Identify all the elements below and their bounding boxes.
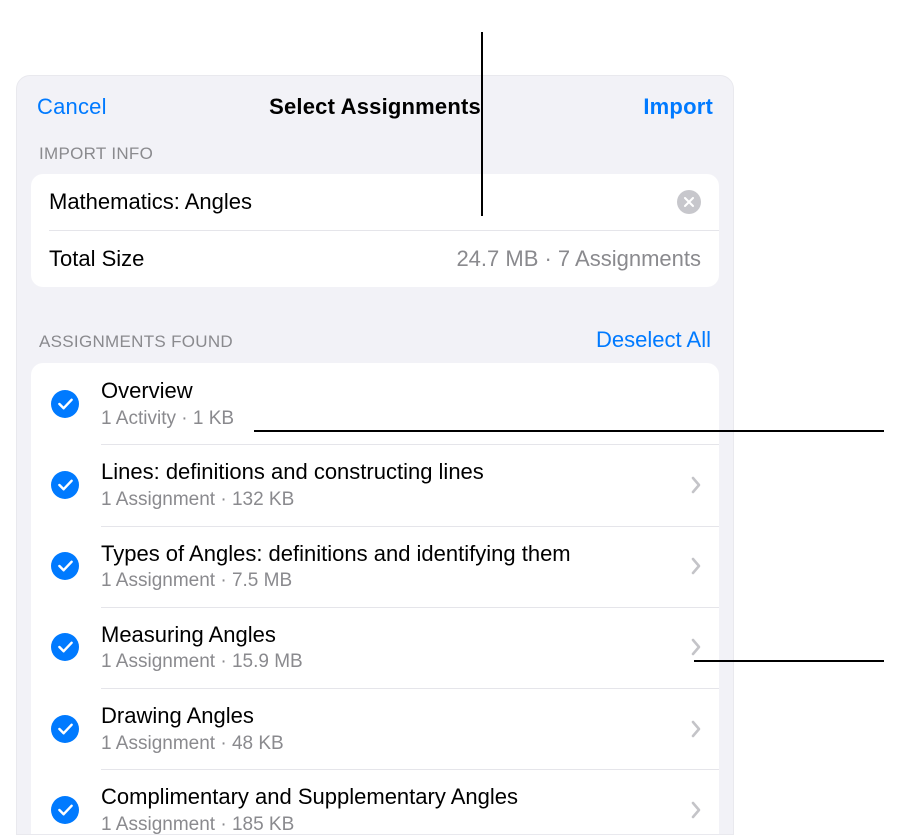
chevron-right-icon (691, 801, 701, 819)
assignment-subtitle: 1 Assignment · 15.9 MB (101, 650, 683, 674)
assignment-text: Measuring Angles1 Assignment · 15.9 MB (101, 621, 683, 674)
selection-checkbox[interactable] (51, 390, 79, 418)
assignment-subtitle: 1 Assignment · 7.5 MB (101, 569, 683, 593)
assignment-subtitle: 1 Assignment · 48 KB (101, 732, 683, 756)
assignment-text: Drawing Angles1 Assignment · 48 KB (101, 702, 683, 755)
disclosure-chevron[interactable] (683, 476, 705, 494)
selection-checkbox[interactable] (51, 796, 79, 824)
assignment-title: Complimentary and Supplementary Angles (101, 783, 683, 811)
callout-line (694, 660, 884, 662)
deselect-all-button[interactable]: Deselect All (596, 327, 711, 353)
cancel-button[interactable]: Cancel (37, 94, 107, 120)
checkmark-icon (58, 641, 73, 653)
assignment-row[interactable]: Complimentary and Supplementary Angles1 … (31, 769, 719, 835)
total-size-label: Total Size (49, 246, 456, 272)
assignments-header: ASSIGNMENTS FOUND Deselect All (17, 287, 733, 363)
import-name-row[interactable]: Mathematics: Angles (31, 174, 719, 230)
disclosure-chevron[interactable] (683, 801, 705, 819)
assignment-text: Types of Angles: definitions and identif… (101, 540, 683, 593)
assignment-title: Overview (101, 377, 705, 405)
assignment-subtitle: 1 Activity · 1 KB (101, 407, 705, 431)
panel-header: Cancel Select Assignments Import (17, 76, 733, 136)
assignment-title: Lines: definitions and constructing line… (101, 458, 683, 486)
assignment-row[interactable]: Types of Angles: definitions and identif… (31, 526, 719, 607)
checkmark-icon (58, 479, 73, 491)
callout-line (481, 32, 483, 216)
assignment-text: Overview1 Activity · 1 KB (101, 377, 705, 430)
checkmark-icon (58, 723, 73, 735)
total-size-row: Total Size 24.7 MB · 7 Assignments (31, 231, 719, 287)
select-assignments-panel: Cancel Select Assignments Import IMPORT … (16, 75, 734, 835)
disclosure-chevron[interactable] (683, 557, 705, 575)
checkmark-icon (58, 398, 73, 410)
chevron-right-icon (691, 638, 701, 656)
assignment-row[interactable]: Measuring Angles1 Assignment · 15.9 MB (31, 607, 719, 688)
selection-checkbox[interactable] (51, 471, 79, 499)
total-size-value: 24.7 MB · 7 Assignments (456, 246, 701, 272)
disclosure-chevron[interactable] (683, 720, 705, 738)
import-name-field[interactable]: Mathematics: Angles (49, 189, 677, 215)
chevron-right-icon (691, 476, 701, 494)
assignment-row[interactable]: Drawing Angles1 Assignment · 48 KB (31, 688, 719, 769)
selection-checkbox[interactable] (51, 715, 79, 743)
import-info-label: IMPORT INFO (17, 136, 733, 174)
panel-title: Select Assignments (269, 94, 481, 120)
assignment-row[interactable]: Lines: definitions and constructing line… (31, 444, 719, 525)
chevron-right-icon (691, 720, 701, 738)
selection-checkbox[interactable] (51, 633, 79, 661)
checkmark-icon (58, 560, 73, 572)
assignments-card: Overview1 Activity · 1 KB Lines: definiti… (31, 363, 719, 835)
import-button[interactable]: Import (643, 94, 713, 120)
assignment-text: Complimentary and Supplementary Angles1 … (101, 783, 683, 835)
chevron-right-icon (691, 557, 701, 575)
assignment-row[interactable]: Overview1 Activity · 1 KB (31, 363, 719, 444)
assignment-subtitle: 1 Assignment · 185 KB (101, 813, 683, 835)
disclosure-chevron[interactable] (683, 638, 705, 656)
assignment-subtitle: 1 Assignment · 132 KB (101, 488, 683, 512)
selection-checkbox[interactable] (51, 552, 79, 580)
assignment-title: Drawing Angles (101, 702, 683, 730)
assignments-found-label: ASSIGNMENTS FOUND (39, 332, 233, 352)
clear-text-button[interactable] (677, 190, 701, 214)
assignment-title: Measuring Angles (101, 621, 683, 649)
import-info-card: Mathematics: Angles Total Size 24.7 MB ·… (31, 174, 719, 287)
assignment-text: Lines: definitions and constructing line… (101, 458, 683, 511)
callout-line (254, 430, 884, 432)
checkmark-icon (58, 804, 73, 816)
close-icon (684, 197, 694, 207)
assignment-title: Types of Angles: definitions and identif… (101, 540, 683, 568)
